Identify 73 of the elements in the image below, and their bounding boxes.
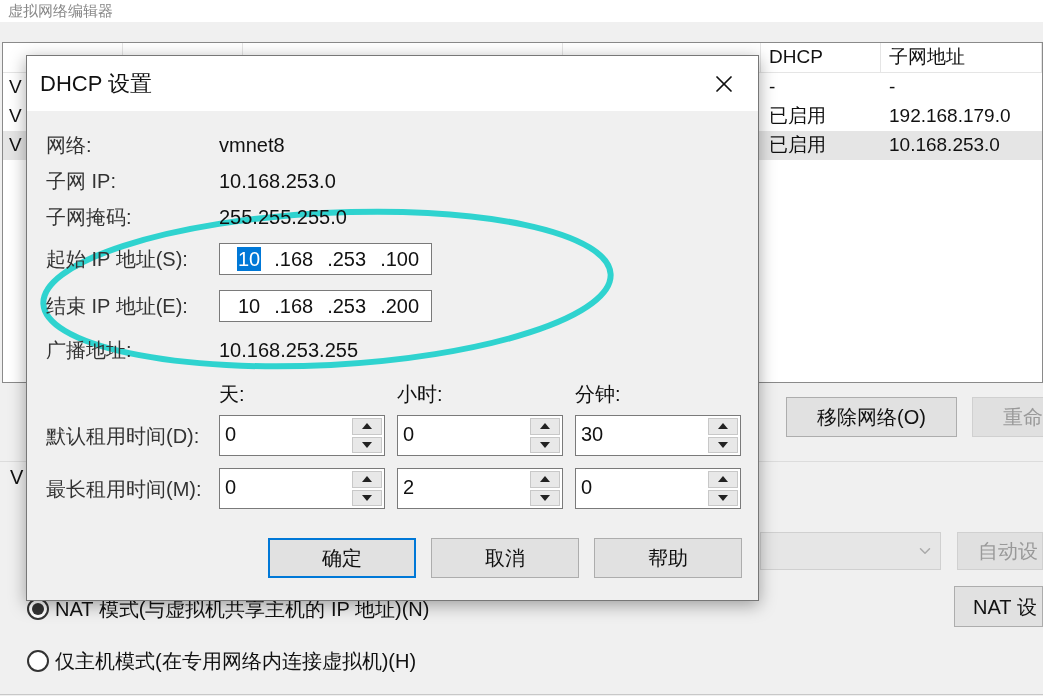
table-cell-text: V — [8, 133, 22, 158]
ip-octet[interactable]: .200 — [379, 293, 421, 318]
down-triangle-icon — [540, 494, 550, 501]
spin-field[interactable]: 2 — [397, 468, 563, 509]
dialog-button[interactable]: 取消 — [431, 538, 579, 578]
field-value: vmnet8 — [219, 133, 285, 158]
spin-field[interactable]: 0 — [219, 468, 385, 509]
ip-octet[interactable]: .253 — [326, 293, 368, 318]
up-triangle-icon — [718, 423, 728, 430]
field-value: 10.168.253.255 — [219, 338, 359, 363]
ip-octet[interactable]: .168 — [273, 293, 315, 318]
column-label: 小时: — [397, 383, 443, 405]
section-label: V — [10, 466, 24, 488]
ip-address-field[interactable]: 10 .168 .253 .100 — [219, 242, 432, 275]
up-triangle-icon — [362, 423, 372, 430]
column-header[interactable]: DHCP — [769, 43, 823, 72]
field-value: 10.168.253.0 — [219, 169, 336, 194]
table-cell-text: 已启用 — [768, 133, 826, 158]
radio-label: 仅主机模式(在专用网络内连接虚拟机)(H) — [55, 649, 417, 674]
spin-up-button[interactable] — [352, 471, 382, 488]
spin-down-button[interactable] — [708, 436, 738, 453]
spin-field[interactable]: 30 — [575, 415, 741, 456]
spin-down-button[interactable] — [530, 489, 560, 506]
column-label: 天: — [219, 383, 245, 405]
spin-up-button[interactable] — [708, 418, 738, 435]
radio-label: NAT 模式(与虚拟机共享主机的 IP 地址)(N) — [55, 597, 430, 622]
ip-octet[interactable]: .100 — [379, 246, 421, 271]
down-triangle-icon — [362, 441, 372, 448]
dialog-button[interactable]: 确定 — [268, 538, 416, 578]
up-triangle-icon — [540, 476, 550, 483]
ip-octet[interactable]: 10 — [237, 293, 262, 318]
dialog-button[interactable]: 帮助 — [594, 538, 742, 578]
down-triangle-icon — [718, 494, 728, 501]
up-triangle-icon — [718, 476, 728, 483]
table-cell-text: - — [888, 75, 896, 100]
table-cell-text: - — [768, 75, 776, 100]
ip-octet[interactable]: .168 — [273, 246, 315, 271]
field-label: 子网 IP: — [46, 169, 117, 194]
dialog-title: DHCP 设置 — [40, 70, 153, 98]
nat-settings-button[interactable]: NAT 设 — [953, 586, 1043, 627]
ip-octet[interactable]: 10 — [237, 246, 262, 271]
ip-address-field[interactable]: 10 .168 .253 .200 — [219, 289, 432, 322]
field-label: 默认租用时间(D): — [46, 423, 201, 449]
field-label: 最长租用时间(M): — [46, 476, 203, 502]
column-label: 分钟: — [575, 383, 621, 405]
spin-up-button[interactable] — [530, 471, 560, 488]
down-triangle-icon — [718, 441, 728, 448]
down-triangle-icon — [540, 441, 550, 448]
spin-field[interactable]: 0 — [397, 415, 563, 456]
column-header[interactable]: 子网地址 — [889, 43, 965, 72]
spin-up-button[interactable] — [530, 418, 560, 435]
ip-octet[interactable]: .253 — [326, 246, 368, 271]
spin-field[interactable]: 0 — [219, 415, 385, 456]
window-title: 虚拟网络编辑器 — [8, 2, 113, 20]
down-triangle-icon — [362, 494, 372, 501]
spin-down-button[interactable] — [708, 489, 738, 506]
table-cell-text: V — [8, 104, 22, 129]
spin-down-button[interactable] — [530, 436, 560, 453]
field-label: 网络: — [46, 133, 93, 158]
radio-button[interactable] — [27, 650, 49, 672]
table-cell-text: 192.168.179.0 — [888, 104, 1011, 129]
up-triangle-icon — [362, 476, 372, 483]
up-triangle-icon — [540, 423, 550, 430]
table-cell-text: 10.168.253.0 — [888, 133, 1000, 158]
field-label: 结束 IP 地址(E): — [46, 293, 189, 319]
field-label: 子网掩码: — [46, 205, 133, 230]
spin-down-button[interactable] — [352, 436, 382, 453]
toolbar-button[interactable]: 移除网络(O) — [786, 397, 957, 437]
table-cell-text: 已启用 — [768, 104, 826, 129]
spin-up-button[interactable] — [352, 418, 382, 435]
spin-up-button[interactable] — [708, 471, 738, 488]
spin-field[interactable]: 0 — [575, 468, 741, 509]
spin-down-button[interactable] — [352, 489, 382, 506]
